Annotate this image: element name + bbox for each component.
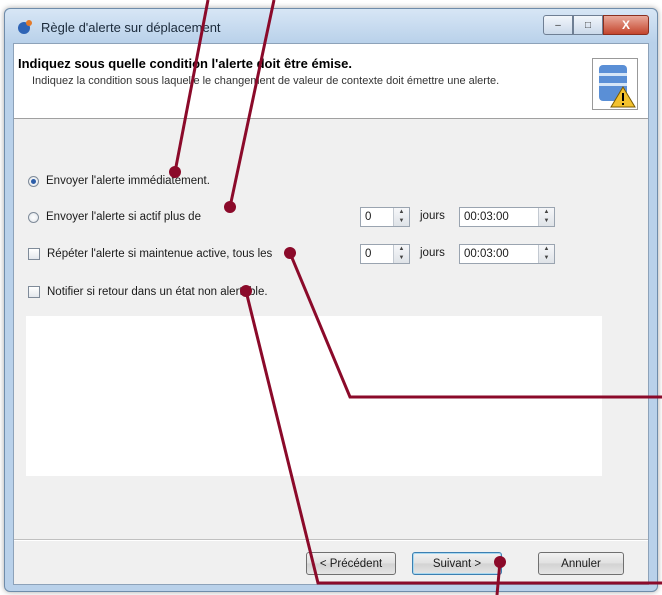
window-controls: – □ X bbox=[543, 15, 649, 35]
footer-separator bbox=[14, 539, 648, 541]
repeat-days-spinner[interactable]: 0 ▲ ▼ bbox=[360, 244, 410, 264]
radio-if-active[interactable] bbox=[28, 211, 39, 223]
title-bar: Règle d'alerte sur déplacement – □ X bbox=[5, 9, 657, 43]
radio-immediate[interactable] bbox=[28, 175, 39, 187]
if-active-days-value[interactable]: 0 bbox=[361, 211, 393, 223]
option-repeat-label: Répéter l'alerte si maintenue active, to… bbox=[47, 248, 273, 260]
option-notify-return-label: Notifier si retour dans un état non aler… bbox=[47, 286, 268, 298]
spin-up-icon[interactable]: ▲ bbox=[539, 208, 554, 217]
dialog-window: Règle d'alerte sur déplacement – □ X Ind… bbox=[4, 8, 658, 592]
app-icon bbox=[18, 20, 32, 34]
option-repeat[interactable]: Répéter l'alerte si maintenue active, to… bbox=[14, 244, 272, 264]
if-active-days-unit: jours bbox=[420, 210, 445, 222]
wizard-header: Indiquez sous quelle condition l'alerte … bbox=[14, 44, 648, 119]
spin-down-icon[interactable]: ▼ bbox=[394, 254, 409, 263]
spin-down-icon[interactable]: ▼ bbox=[394, 217, 409, 226]
option-if-active[interactable]: Envoyer l'alerte si actif plus de bbox=[14, 207, 201, 227]
checkbox-notify-return[interactable] bbox=[28, 286, 40, 298]
repeat-time-spinner[interactable]: 00:03:00 ▲ ▼ bbox=[459, 244, 555, 264]
repeat-days-unit: jours bbox=[420, 247, 445, 259]
option-notify-return[interactable]: Notifier si retour dans un état non aler… bbox=[14, 282, 268, 302]
spin-up-icon[interactable]: ▲ bbox=[539, 245, 554, 254]
database-warning-icon bbox=[592, 58, 638, 110]
spin-up-icon[interactable]: ▲ bbox=[394, 245, 409, 254]
if-active-time-spinner[interactable]: 00:03:00 ▲ ▼ bbox=[459, 207, 555, 227]
next-button[interactable]: Suivant > bbox=[412, 552, 502, 575]
checkbox-repeat[interactable] bbox=[28, 248, 40, 260]
if-active-time-value[interactable]: 00:03:00 bbox=[460, 211, 538, 223]
dialog-content: Indiquez sous quelle condition l'alerte … bbox=[13, 43, 649, 585]
previous-button[interactable]: < Précédent bbox=[306, 552, 396, 575]
option-immediate-label: Envoyer l'alerte immédiatement. bbox=[46, 175, 210, 187]
repeat-days-value[interactable]: 0 bbox=[361, 248, 393, 260]
option-immediate[interactable]: Envoyer l'alerte immédiatement. bbox=[14, 171, 210, 191]
window-title: Règle d'alerte sur déplacement bbox=[41, 20, 221, 35]
page-subtitle: Indiquez la condition sous laquelle le c… bbox=[32, 75, 500, 87]
spin-up-icon[interactable]: ▲ bbox=[394, 208, 409, 217]
cancel-button[interactable]: Annuler bbox=[538, 552, 624, 575]
spin-down-icon[interactable]: ▼ bbox=[539, 254, 554, 263]
repeat-time-value[interactable]: 00:03:00 bbox=[460, 248, 538, 260]
spin-down-icon[interactable]: ▼ bbox=[539, 217, 554, 226]
option-if-active-label: Envoyer l'alerte si actif plus de bbox=[46, 211, 201, 223]
maximize-button[interactable]: □ bbox=[573, 15, 603, 35]
close-button[interactable]: X bbox=[603, 15, 649, 35]
empty-panel bbox=[26, 316, 602, 476]
minimize-button[interactable]: – bbox=[543, 15, 573, 35]
page-title: Indiquez sous quelle condition l'alerte … bbox=[18, 56, 352, 71]
if-active-days-spinner[interactable]: 0 ▲ ▼ bbox=[360, 207, 410, 227]
